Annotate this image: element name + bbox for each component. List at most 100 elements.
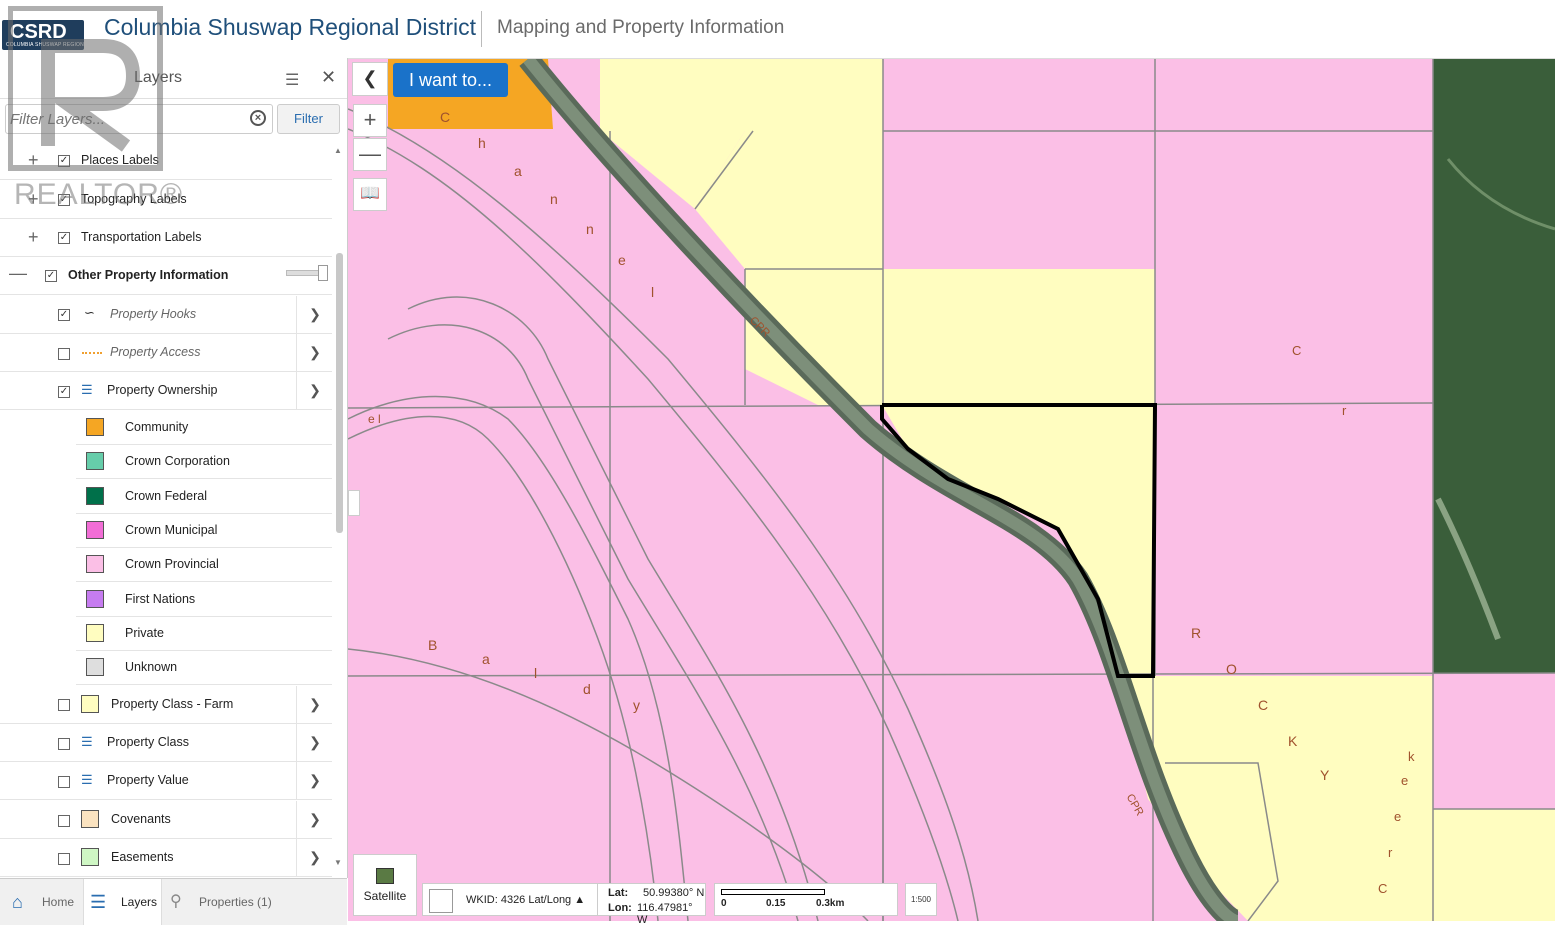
layer-item-easements[interactable]: Easements ❯	[0, 839, 332, 877]
legend-list-icon: ☰	[81, 382, 93, 397]
legend-item-community: Community	[76, 411, 332, 445]
map-canvas[interactable]	[348, 59, 1555, 921]
logo-subtext: COLUMBIA SHUSWAP REGIONAL DISTRICT	[6, 42, 117, 48]
zoom-out-button[interactable]: —	[353, 138, 387, 171]
layer-checkbox[interactable]: ✓	[58, 309, 70, 321]
scroll-up-arrow[interactable]: ▲	[334, 146, 342, 155]
layer-label: Transportation Labels	[81, 230, 202, 244]
legend-item-first-nations: First Nations	[76, 583, 332, 617]
scale-bar-graphic	[721, 889, 825, 895]
layer-checkbox[interactable]: ✓	[58, 194, 70, 206]
layer-label: Property Class - Farm	[111, 697, 234, 711]
i-want-to-button[interactable]: I want to...	[393, 63, 508, 97]
line-symbol-icon: ∽	[84, 305, 95, 320]
crown-provincial-area	[1433, 673, 1555, 809]
layers-panel-header: Layers ☰ ✕	[0, 58, 347, 99]
layer-checkbox[interactable]: ✓	[45, 270, 57, 282]
expand-icon[interactable]: +	[28, 150, 39, 171]
layer-item-places-labels[interactable]: + ✓ Places Labels	[0, 142, 332, 180]
scroll-down-arrow[interactable]: ▼	[334, 858, 342, 867]
legend-swatch	[81, 810, 99, 828]
filter-layers-input[interactable]	[5, 104, 273, 134]
map-label-baldy: B	[428, 637, 438, 653]
chevron-right-icon[interactable]: ❯	[296, 334, 333, 371]
layer-label: Easements	[111, 850, 174, 864]
legend-swatch	[86, 418, 104, 436]
layer-label: Places Labels	[81, 153, 159, 167]
map-label-cr: C	[1292, 343, 1302, 358]
layer-checkbox[interactable]	[58, 815, 70, 827]
tab-layers[interactable]: ☰ Layers	[83, 879, 162, 925]
map-label-rocky: C	[1258, 697, 1269, 713]
legend-label: Crown Provincial	[125, 557, 219, 571]
layer-item-covenants[interactable]: Covenants ❯	[0, 801, 332, 839]
map-label-creek: e	[1394, 809, 1402, 824]
legend-label: Private	[125, 626, 164, 640]
legend-label: Crown Federal	[125, 489, 207, 503]
legend-swatch	[86, 487, 104, 505]
filter-button[interactable]: Filter	[277, 104, 340, 134]
collapse-panel-button[interactable]: ❮	[352, 62, 388, 96]
scale-icon[interactable]: 1:500	[905, 883, 937, 916]
chevron-right-icon[interactable]: ❯	[296, 372, 333, 409]
coordinate-readout[interactable]: WKID: 4326 Lat/Long ▲ Lat: 50.99380° N L…	[422, 883, 706, 926]
lon-label: Lon:	[608, 902, 632, 914]
layer-label: Topography Labels	[81, 192, 187, 206]
legend-item-crown-municipal: Crown Municipal	[76, 514, 332, 548]
layer-checkbox[interactable]: ✓	[58, 386, 70, 398]
tab-home[interactable]: ⌂ Home	[0, 879, 82, 925]
bottom-tab-bar: ⌂ Home ☰ Layers ⚲ Properties (1)	[0, 878, 347, 925]
layer-checkbox[interactable]	[58, 348, 70, 360]
layer-checkbox[interactable]	[58, 853, 70, 865]
legend-list-icon: ☰	[81, 772, 93, 787]
chevron-right-icon[interactable]: ❯	[296, 296, 333, 333]
chevron-right-icon[interactable]: ❯	[296, 762, 333, 799]
wkid-label[interactable]: WKID: 4326 Lat/Long ▲	[466, 894, 585, 906]
app-header: CSRD COLUMBIA SHUSWAP REGIONAL DISTRICT …	[0, 0, 1555, 59]
layer-item-topography-labels[interactable]: + ✓ Topography Labels	[0, 181, 332, 219]
chevron-right-icon[interactable]: ❯	[296, 686, 333, 723]
chevron-right-icon[interactable]: ❯	[296, 801, 333, 838]
lon-value: 116.47981° W	[637, 902, 693, 926]
map-view[interactable]: C h a n n e l CPR CPR e l B a l d y R O …	[348, 59, 1555, 921]
layer-group-other-property-information[interactable]: — ✓ Other Property Information	[0, 257, 332, 295]
layer-item-transportation-labels[interactable]: + ✓ Transportation Labels	[0, 219, 332, 257]
tab-properties[interactable]: ⚲ Properties (1)	[162, 879, 282, 925]
layer-item-property-hooks[interactable]: ✓ ∽ Property Hooks ❯	[0, 296, 332, 334]
panel-resize-handle[interactable]	[348, 490, 360, 516]
legend-item-crown-corporation: Crown Corporation	[76, 445, 332, 479]
layer-label: Other Property Information	[68, 268, 229, 282]
layer-checkbox[interactable]	[58, 738, 70, 750]
collapse-icon[interactable]: —	[9, 263, 27, 284]
scrollbar-thumb[interactable]	[336, 253, 343, 533]
layer-checkbox[interactable]: ✓	[58, 155, 70, 167]
layer-item-property-class-farm[interactable]: Property Class - Farm ❯	[0, 686, 332, 724]
layer-item-property-ownership[interactable]: ✓ ☰ Property Ownership ❯	[0, 372, 332, 410]
map-label-cr: r	[1342, 403, 1347, 418]
expand-icon[interactable]: +	[28, 189, 39, 210]
close-icon[interactable]: ✕	[321, 67, 336, 88]
layer-item-property-class[interactable]: ☰ Property Class ❯	[0, 724, 332, 762]
menu-icon[interactable]: ☰	[285, 70, 299, 90]
clear-filter-icon[interactable]: ×	[250, 110, 266, 126]
layer-item-property-value[interactable]: ☰ Property Value ❯	[0, 762, 332, 800]
legend-label: Crown Corporation	[125, 454, 230, 468]
opacity-slider-thumb[interactable]	[318, 265, 328, 281]
bookmarks-icon[interactable]: 📖	[353, 178, 387, 211]
map-label-rocky: R	[1191, 625, 1202, 641]
map-label-creek: e	[1401, 773, 1409, 788]
layer-checkbox[interactable]	[58, 699, 70, 711]
zoom-in-button[interactable]: +	[353, 104, 387, 137]
chevron-right-icon[interactable]: ❯	[296, 724, 333, 761]
layer-item-property-access[interactable]: Property Access ❯	[0, 334, 332, 372]
layer-checkbox[interactable]	[58, 776, 70, 788]
scale-tick: 0	[721, 898, 727, 909]
expand-icon[interactable]: +	[28, 227, 39, 248]
chevron-right-icon[interactable]: ❯	[296, 839, 333, 876]
basemap-satellite-button[interactable]: Satellite	[353, 854, 417, 916]
private-parcel	[1433, 809, 1555, 921]
basemap-label: Satellite	[363, 889, 407, 903]
tab-layers-label: Layers	[121, 895, 158, 909]
layer-checkbox[interactable]: ✓	[58, 232, 70, 244]
legend-item-unknown: Unknown	[76, 651, 332, 685]
